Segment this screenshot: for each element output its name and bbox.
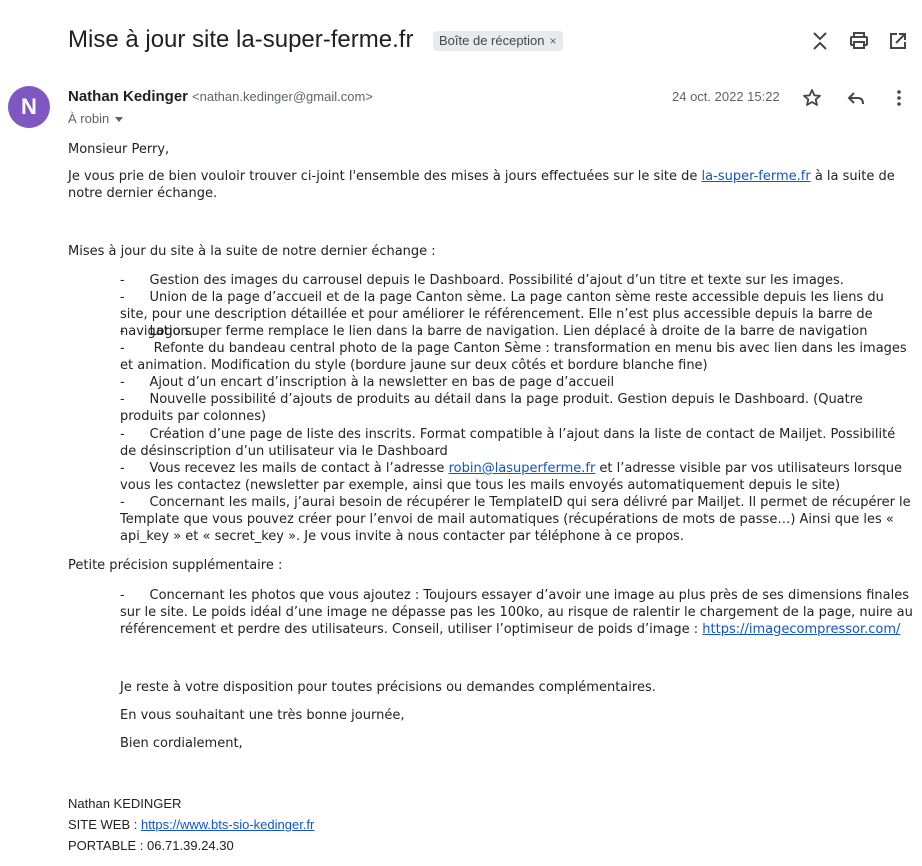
bullet: - — [120, 324, 125, 339]
bullet: - — [120, 290, 125, 305]
list-item: - Logo super ferme remplace le lien dans… — [120, 323, 915, 340]
bullet: - — [120, 375, 125, 390]
closing-line: En vous souhaitant une très bonne journé… — [120, 708, 405, 723]
list-item: - Ajout d’un encart d’inscription à la n… — [120, 374, 915, 391]
list-item-text: Gestion des images du carrousel depuis l… — [149, 273, 844, 288]
contact-email-link[interactable]: robin@lasuperferme.fr — [449, 461, 596, 476]
list-item-text: Logo super ferme remplace le lien dans l… — [149, 324, 868, 339]
signature-phone: PORTABLE : 06.71.39.24.30 — [68, 838, 234, 853]
chevron-down-icon — [115, 117, 124, 123]
bullet: - — [120, 392, 125, 407]
more-vert-icon[interactable] — [887, 86, 911, 110]
collapse-icon[interactable] — [808, 29, 832, 53]
bullet: - — [120, 273, 125, 288]
star-icon[interactable] — [800, 86, 824, 110]
list-item: - Refonte du bandeau central photo de la… — [120, 340, 915, 374]
list-item: - Concernant les photos que vous ajoutez… — [120, 587, 915, 638]
list-item: - Vous recevez les mails de contact à l’… — [120, 460, 915, 494]
signature-site-label: SITE WEB : — [68, 817, 141, 832]
closing-line: Bien cordialement, — [120, 736, 243, 751]
list-item-text: Refonte du bandeau central photo de la p… — [120, 341, 907, 373]
list-item: - Nouvelle possibilité d’ajouts de produ… — [120, 391, 915, 425]
signature-site: SITE WEB : https://www.bts-sio-kedinger.… — [68, 817, 314, 832]
sender-line: Nathan Kedinger <nathan.kedinger@gmail.co… — [68, 88, 373, 106]
list-item-text: Création d’une page de liste des inscrit… — [120, 427, 896, 459]
imagecompressor-link[interactable]: https://imagecompressor.com/ — [702, 622, 900, 637]
greeting: Monsieur Perry, — [68, 142, 170, 157]
recipient-text: À robin — [68, 111, 110, 126]
bullet: - — [120, 495, 125, 510]
sender-email: <nathan.kedinger@gmail.com> — [192, 89, 373, 104]
sender-avatar: N — [8, 86, 50, 128]
list-item-text: Nouvelle possibilité d’ajouts de produit… — [120, 392, 863, 424]
signature-name: Nathan KEDINGER — [68, 796, 182, 811]
email-date: 24 oct. 2022 15:22 — [672, 89, 780, 104]
closing-line: Je reste à votre disposition pour toutes… — [120, 680, 656, 695]
email-subject: Mise à jour site la-super-ferme.fr — [68, 26, 414, 53]
site-link[interactable]: la-super-ferme.fr — [702, 169, 811, 184]
portfolio-link[interactable]: https://www.bts-sio-kedinger.fr — [141, 817, 314, 832]
inbox-label-text: Boîte de réception — [439, 33, 545, 48]
updates-heading: Mises à jour du site à la suite de notre… — [68, 244, 436, 259]
open-in-new-window-icon[interactable] — [886, 29, 910, 53]
inbox-label-chip[interactable]: Boîte de réception × — [433, 31, 563, 51]
list-item: - Création d’une page de liste des inscr… — [120, 426, 915, 460]
list-item: - Concernant les mails, j’aurai besoin d… — [120, 494, 915, 545]
bullet: - — [120, 427, 125, 442]
list-item: - Gestion des images du carrousel depuis… — [120, 272, 915, 289]
list-item-text: Concernant les mails, j’aurai besoin de … — [120, 495, 911, 544]
reply-icon[interactable] — [844, 86, 868, 110]
remove-label-icon[interactable]: × — [550, 34, 557, 48]
recipient-details-toggle[interactable]: À robin — [68, 111, 124, 126]
bullet: - — [120, 461, 125, 476]
precision-heading: Petite précision supplémentaire : — [68, 558, 283, 573]
intro-text: Je vous prie de bien vouloir trouver ci-… — [68, 169, 702, 184]
sender-name[interactable]: Nathan Kedinger — [68, 88, 188, 105]
list-item-text: Ajout d’un encart d’inscription à la new… — [149, 375, 615, 390]
list-item-text: Vous recevez les mails de contact à l’ad… — [149, 461, 449, 476]
bullet: - — [120, 341, 125, 356]
bullet: - — [120, 588, 125, 603]
print-icon[interactable] — [847, 29, 871, 53]
intro-paragraph: Je vous prie de bien vouloir trouver ci-… — [68, 168, 913, 202]
